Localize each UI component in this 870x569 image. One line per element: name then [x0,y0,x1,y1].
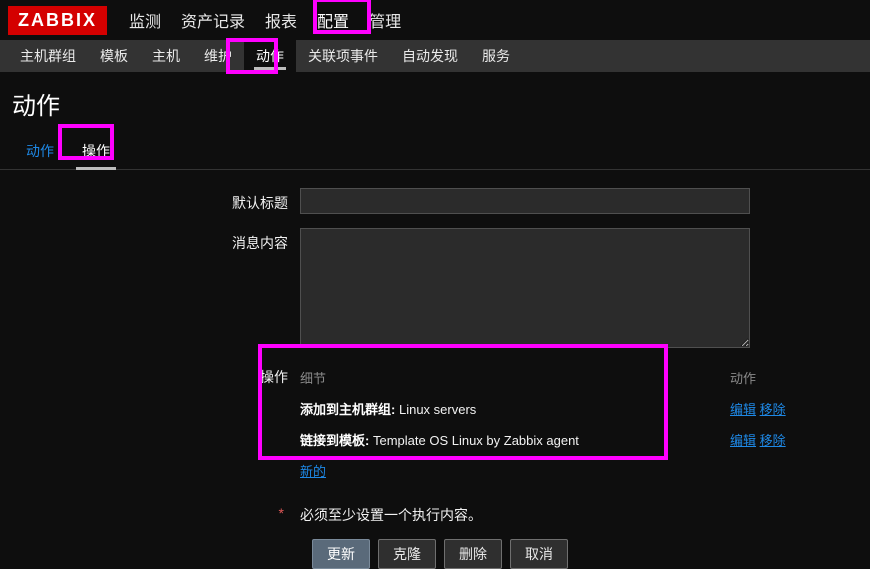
subnav-correlation[interactable]: 关联项事件 [296,40,390,72]
ops-row-value: Template OS Linux by Zabbix agent [373,433,579,448]
subnav-discovery[interactable]: 自动发现 [390,40,470,72]
delete-button[interactable]: 删除 [444,539,502,569]
ops-row: 链接到模板: Template OS Linux by Zabbix agent… [300,424,830,455]
ops-new-link[interactable]: 新的 [300,461,326,480]
logo[interactable]: ZABBIX [8,6,107,35]
label-operations: 操作 [0,362,300,387]
ops-row-label: 链接到模板 [300,433,365,448]
sub-nav: 主机群组 模板 主机 维护 动作 关联项事件 自动发现 服务 [0,40,870,72]
tabs: 动作 操作 [0,135,870,170]
nav-configuration[interactable]: 配置 [307,0,359,40]
page-title: 动作 [0,72,870,135]
subnav-hostgroups[interactable]: 主机群组 [8,40,88,72]
nav-monitoring[interactable]: 监测 [119,0,171,40]
subnav-services[interactable]: 服务 [470,40,522,72]
ops-row-value: Linux servers [399,402,476,417]
cancel-button[interactable]: 取消 [510,539,568,569]
tab-action[interactable]: 动作 [12,135,68,169]
required-note: 必须至少设置一个执行内容。 [300,507,482,523]
operations-table: 细节 动作 添加到主机群组: Linux servers 编辑 移除 链接到模板… [300,362,830,486]
label-subject: 默认标题 [0,188,300,213]
required-asterisk: * [279,505,284,521]
top-nav: ZABBIX 监测 资产记录 报表 配置 管理 [0,0,870,40]
subnav-actions[interactable]: 动作 [244,40,296,72]
tab-operations[interactable]: 操作 [68,135,124,169]
ops-remove-link[interactable]: 移除 [760,433,786,448]
subnav-templates[interactable]: 模板 [88,40,140,72]
update-button[interactable]: 更新 [312,539,370,569]
form-buttons: 更新 克隆 删除 取消 [312,539,870,569]
ops-header-detail: 细节 [300,368,730,387]
input-subject[interactable] [300,188,750,214]
ops-edit-link[interactable]: 编辑 [730,433,756,448]
nav-inventory[interactable]: 资产记录 [171,0,255,40]
ops-row: 添加到主机群组: Linux servers 编辑 移除 [300,393,830,424]
clone-button[interactable]: 克隆 [378,539,436,569]
ops-edit-link[interactable]: 编辑 [730,402,756,417]
subnav-hosts[interactable]: 主机 [140,40,192,72]
nav-administration[interactable]: 管理 [359,0,411,40]
nav-reports[interactable]: 报表 [255,0,307,40]
form: 默认标题 消息内容 操作 细节 动作 添加到主机群组: Linux server… [0,170,870,569]
label-message: 消息内容 [0,228,300,253]
ops-remove-link[interactable]: 移除 [760,402,786,417]
subnav-maintenance[interactable]: 维护 [192,40,244,72]
textarea-message[interactable] [300,228,750,348]
ops-header-action: 动作 [730,368,830,387]
ops-row-label: 添加到主机群组 [300,402,391,417]
